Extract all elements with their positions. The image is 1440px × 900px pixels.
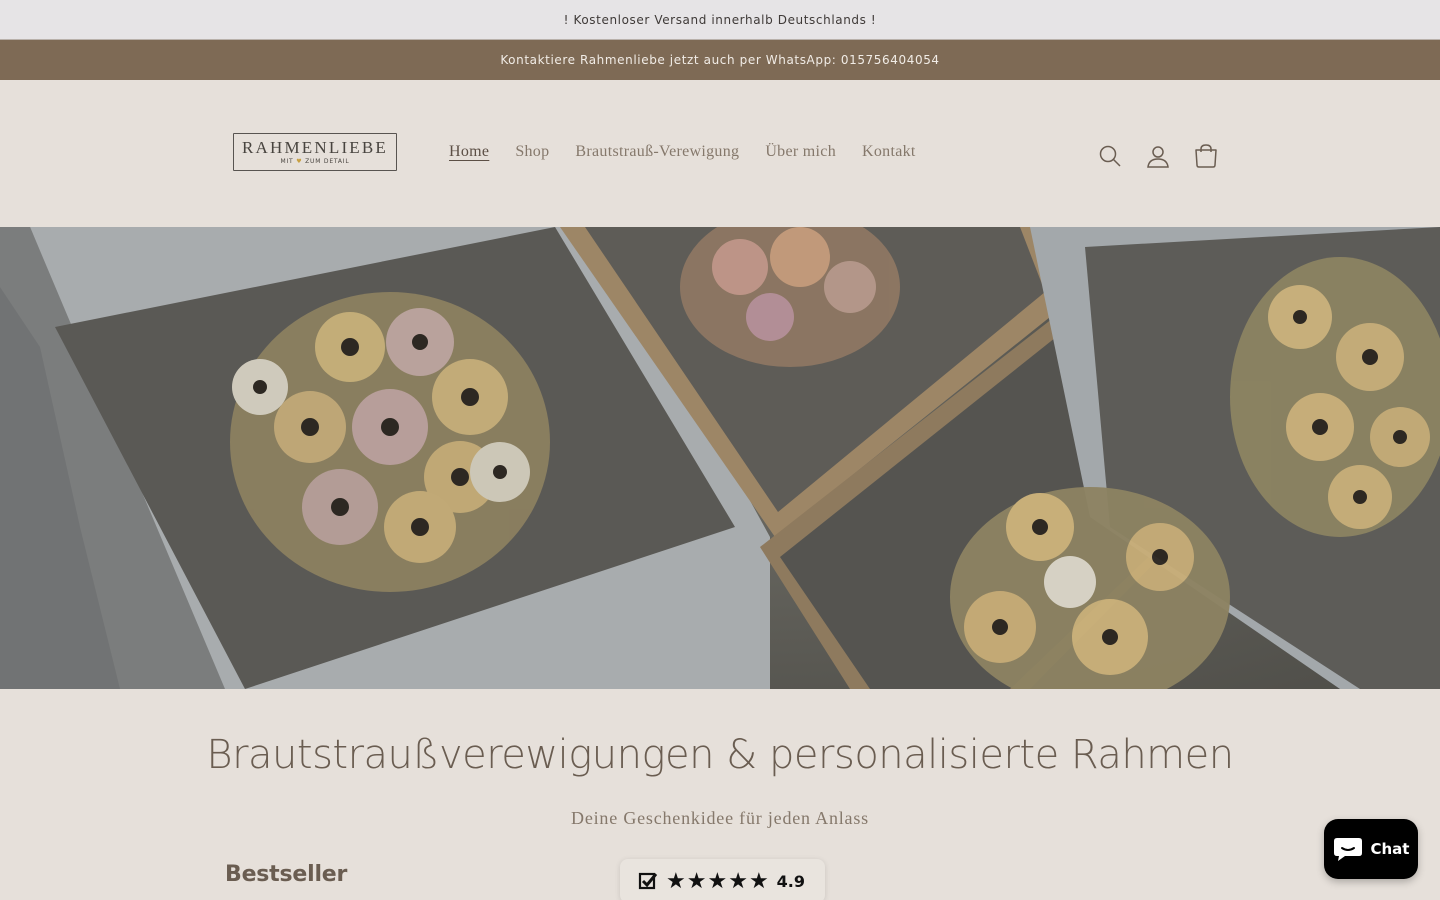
page-title: Brautstraußverewigungen & personalisiert…: [206, 732, 1234, 778]
account-icon[interactable]: [1134, 132, 1182, 180]
cart-icon[interactable]: [1182, 132, 1230, 180]
rating-stars: ★ ★ ★ ★ ★: [666, 870, 770, 892]
nav-item-shop[interactable]: Shop: [502, 142, 562, 162]
contact-text: Kontaktiere Rahmenliebe jetzt auch per W…: [500, 53, 940, 67]
site-logo[interactable]: RAHMENLIEBE MIT ♥ ZUM DETAIL: [233, 133, 397, 171]
contact-bar: Kontaktiere Rahmenliebe jetzt auch per W…: [0, 40, 1440, 80]
page-subtitle: Deine Geschenkidee für jeden Anlass: [571, 808, 869, 828]
nav-item-ueber-mich[interactable]: Über mich: [752, 142, 849, 162]
search-icon[interactable]: [1086, 132, 1134, 180]
heart-icon: ♥: [296, 157, 303, 165]
hero-banner: [0, 227, 1440, 689]
logo-tagline: MIT ♥ ZUM DETAIL: [280, 158, 349, 166]
star-icon: ★: [748, 868, 769, 893]
bestseller-heading: Bestseller: [225, 862, 348, 887]
star-icon: ★: [728, 868, 748, 893]
main-nav: Home Shop Brautstrauß-Verewigung Über mi…: [436, 142, 929, 162]
rating-badge[interactable]: ★ ★ ★ ★ ★ 4.9: [620, 859, 825, 900]
chat-label: Chat: [1370, 840, 1410, 858]
logo-tagline-right: ZUM DETAIL: [305, 157, 350, 165]
announcement-text: ! Kostenloser Versand innerhalb Deutschl…: [563, 12, 877, 27]
logo-wordmark: RAHMENLIEBE: [241, 137, 389, 157]
main-content: Brautstraußverewigungen & personalisiert…: [0, 689, 1440, 900]
star-icon: ★: [686, 868, 707, 893]
chat-button[interactable]: Chat: [1324, 819, 1418, 879]
rating-score: 4.9: [776, 871, 806, 891]
nav-item-kontakt[interactable]: Kontakt: [849, 142, 929, 162]
nav-item-home[interactable]: Home: [436, 142, 502, 162]
star-icon: ★: [707, 868, 728, 893]
hero-image: [0, 227, 1440, 689]
announcement-bar: ! Kostenloser Versand innerhalb Deutschl…: [0, 0, 1440, 40]
nav-item-brautstrauss[interactable]: Brautstrauß-Verewigung: [562, 142, 752, 162]
header-icons: [1086, 132, 1230, 180]
verified-check-icon: [638, 872, 658, 890]
star-icon: ★: [666, 868, 686, 893]
site-header: RAHMENLIEBE MIT ♥ ZUM DETAIL Home Shop B…: [0, 80, 1440, 227]
logo-tagline-left: MIT: [280, 157, 294, 165]
chat-bubble-icon: [1333, 838, 1362, 861]
